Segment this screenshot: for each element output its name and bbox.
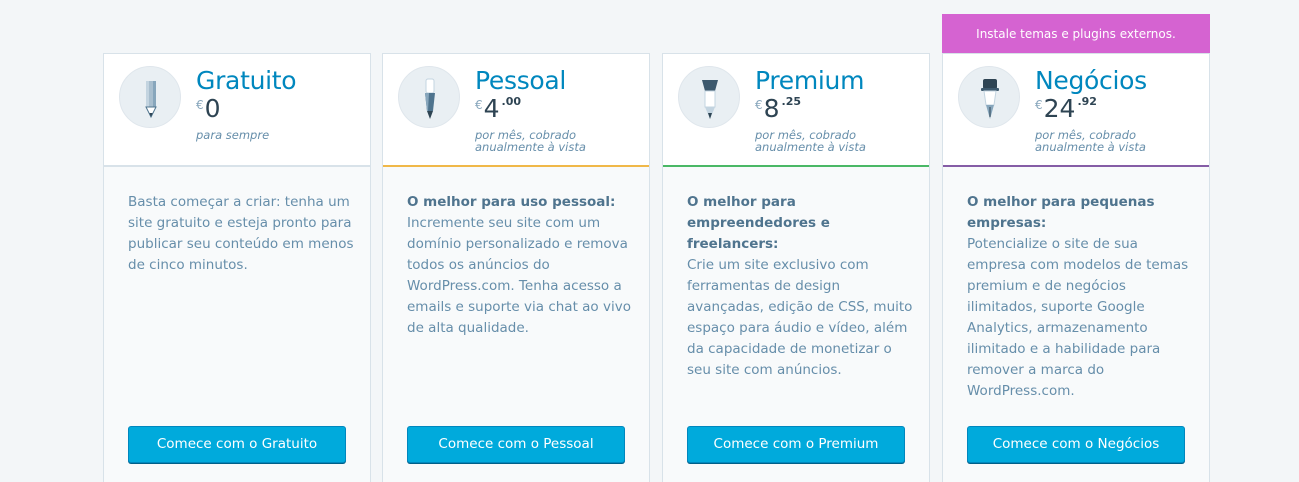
pencil-icon <box>119 66 181 128</box>
plan-card-negocios: Negócios €24.92 por mês, cobrado anualme… <box>942 53 1210 482</box>
plan-body: O melhor para empreendedores e freelance… <box>663 167 929 482</box>
billing-period: para sempre <box>196 128 270 142</box>
plan-card-pessoal: Pessoal €4.00 por mês, cobrado anualment… <box>382 53 650 482</box>
price-decimal: .92 <box>1077 95 1097 108</box>
start-premium-button[interactable]: Comece com o Premium <box>687 426 905 463</box>
plan-description-text: Incremente seu site com um domínio perso… <box>407 215 631 336</box>
start-gratuito-button[interactable]: Comece com o Gratuito <box>128 426 346 463</box>
plan-price: €8.25 <box>755 94 801 123</box>
plan-price: €4.00 <box>475 94 521 123</box>
billing-period: por mês, cobrado anualmente à vista <box>475 128 586 154</box>
billing-period: por mês, cobrado anualmente à vista <box>1035 128 1146 154</box>
plan-card-premium: Premium €8.25 por mês, cobrado anualment… <box>662 53 930 482</box>
price-integer: 4 <box>483 94 500 123</box>
price-decimal: .25 <box>781 95 802 108</box>
plan-card-gratuito: Gratuito €0 para sempre Basta começar a … <box>103 53 371 482</box>
plan-description-heading: O melhor para pequenas empresas: <box>967 194 1155 231</box>
plan-description: O melhor para pequenas empresas: Potenci… <box>967 192 1193 402</box>
start-negocios-button[interactable]: Comece com o Negócios <box>967 426 1185 463</box>
plan-description-heading: O melhor para uso pessoal: <box>407 194 616 210</box>
plan-price: €0 <box>196 94 223 123</box>
price-integer: 8 <box>763 94 780 123</box>
price-integer: 0 <box>204 94 221 123</box>
plan-name: Premium <box>755 66 865 95</box>
start-pessoal-button[interactable]: Comece com o Pessoal <box>407 426 625 463</box>
plan-name: Gratuito <box>196 66 297 95</box>
fountain-pen-icon <box>958 66 1020 128</box>
plugins-ribbon: Instale temas e plugins externos. <box>942 14 1210 54</box>
billing-period: por mês, cobrado anualmente à vista <box>755 128 866 154</box>
pen-icon <box>398 66 460 128</box>
currency-symbol: € <box>1035 98 1043 112</box>
plan-header: Premium €8.25 por mês, cobrado anualment… <box>663 54 929 167</box>
price-integer: 24 <box>1043 94 1076 123</box>
plan-body: O melhor para uso pessoal: Incremente se… <box>383 167 649 482</box>
plan-description: O melhor para empreendedores e freelance… <box>687 192 913 381</box>
plan-body: O melhor para pequenas empresas: Potenci… <box>943 167 1209 482</box>
plan-description: O melhor para uso pessoal: Incremente se… <box>407 192 633 339</box>
currency-symbol: € <box>475 98 483 112</box>
plan-description-text: Basta começar a criar: tenha um site gra… <box>128 194 354 273</box>
currency-symbol: € <box>755 98 763 112</box>
plan-description-text: Crie um site exclusivo com ferramentas d… <box>687 257 913 378</box>
plan-header: Negócios €24.92 por mês, cobrado anualme… <box>943 54 1209 167</box>
plan-description: Basta começar a criar: tenha um site gra… <box>128 192 354 276</box>
plan-body: Basta começar a criar: tenha um site gra… <box>104 167 370 482</box>
plan-price: €24.92 <box>1035 94 1097 123</box>
currency-symbol: € <box>196 98 204 112</box>
price-decimal: .00 <box>501 95 522 108</box>
plan-description-heading: O melhor para empreendedores e freelance… <box>687 194 830 252</box>
brush-icon <box>678 66 740 128</box>
plan-name: Negócios <box>1035 66 1147 95</box>
plan-name: Pessoal <box>475 66 567 95</box>
plan-header: Gratuito €0 para sempre <box>104 54 370 167</box>
plan-header: Pessoal €4.00 por mês, cobrado anualment… <box>383 54 649 167</box>
plan-description-text: Potencialize o site de sua empresa com m… <box>967 236 1189 399</box>
